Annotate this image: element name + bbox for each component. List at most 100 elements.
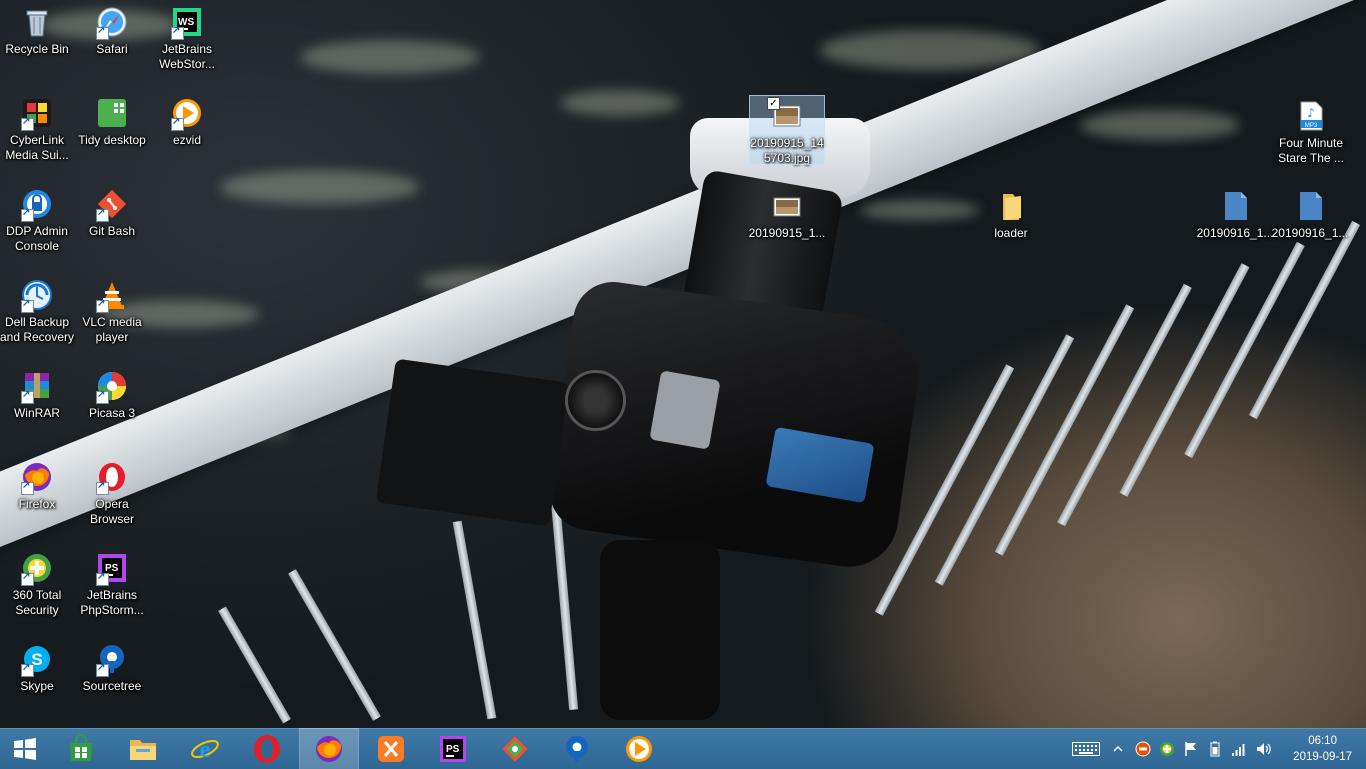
start-button[interactable] bbox=[0, 729, 50, 769]
desktop-icon-git-bash[interactable]: Git Bash bbox=[75, 184, 149, 239]
shortcut-arrow-icon bbox=[21, 662, 34, 677]
taskbar-xampp-button[interactable] bbox=[362, 729, 420, 769]
vlc-icon bbox=[96, 279, 128, 313]
document-icon bbox=[1219, 190, 1251, 222]
image-file-icon bbox=[771, 190, 803, 222]
taskbar-clock[interactable]: 06:10 2019-09-17 bbox=[1293, 733, 1352, 765]
taskbar-git-button[interactable] bbox=[486, 729, 544, 769]
taskbar-store-button[interactable] bbox=[52, 729, 110, 769]
shortcut-arrow-icon bbox=[171, 25, 184, 40]
taskbar: e PS 06:10 2019-09-17 bbox=[0, 728, 1366, 769]
winrar-icon bbox=[21, 370, 53, 404]
desktop-icon-image-2[interactable]: 20190915_1... bbox=[749, 186, 825, 241]
git-bash-icon bbox=[96, 188, 128, 222]
desktop-icon-vlc[interactable]: VLC media player bbox=[75, 275, 149, 345]
shortcut-arrow-icon bbox=[96, 571, 109, 586]
desktop-icon-phpstorm[interactable]: PS JetBrains PhpStorm... bbox=[75, 548, 149, 618]
desktop-icon-ezvid[interactable]: ezvid bbox=[150, 93, 224, 148]
sourcetree-icon bbox=[96, 643, 128, 677]
shortcut-arrow-icon bbox=[21, 480, 34, 495]
tray-stop-button[interactable] bbox=[1132, 739, 1154, 759]
document-icon bbox=[1294, 190, 1326, 222]
shortcut-arrow-icon bbox=[21, 389, 34, 404]
xampp-icon bbox=[376, 734, 406, 764]
ezvid-icon bbox=[624, 734, 654, 764]
dell-backup-icon bbox=[21, 279, 53, 313]
taskbar-ie-button[interactable]: e bbox=[176, 729, 234, 769]
clock-date: 2019-09-17 bbox=[1293, 751, 1352, 763]
desktop-icon-loader-folder[interactable]: loader bbox=[974, 186, 1048, 241]
opera-icon bbox=[96, 461, 128, 495]
taskbar-firefox-button[interactable] bbox=[299, 728, 359, 769]
windows-logo-icon bbox=[10, 734, 40, 764]
shortcut-arrow-icon bbox=[96, 480, 109, 495]
desktop-icon-skype[interactable]: S Skype bbox=[0, 639, 74, 694]
taskbar-opera-button[interactable] bbox=[238, 729, 296, 769]
cyberlink-icon bbox=[21, 97, 53, 131]
desktop-icon-doc-1[interactable]: 20190916_1... bbox=[1197, 186, 1273, 241]
tidy-desktop-icon bbox=[96, 97, 128, 129]
desktop-icon-doc-2[interactable]: 20190916_1... bbox=[1272, 186, 1348, 241]
taskbar-sourcetree-button[interactable] bbox=[548, 729, 606, 769]
shortcut-arrow-icon bbox=[96, 207, 109, 222]
tray-network-button[interactable] bbox=[1228, 739, 1250, 759]
safari-icon bbox=[96, 6, 128, 40]
desktop-icon-image-selected[interactable]: ✓ 20190915_145703.jpg bbox=[749, 95, 825, 165]
shortcut-arrow-icon bbox=[96, 662, 109, 677]
desktop-icon-360-security[interactable]: 360 Total Security bbox=[0, 548, 74, 618]
360-icon bbox=[1160, 742, 1174, 756]
shortcut-arrow-icon bbox=[171, 116, 184, 131]
tray-volume-button[interactable] bbox=[1252, 739, 1274, 759]
tray-360-button[interactable] bbox=[1156, 739, 1178, 759]
ie-icon: e bbox=[190, 734, 220, 764]
show-hidden-icons-button[interactable] bbox=[1110, 739, 1126, 759]
desktop-icon-opera[interactable]: Opera Browser bbox=[75, 457, 149, 527]
store-icon bbox=[66, 734, 96, 764]
svg-text:♪: ♪ bbox=[1307, 106, 1315, 120]
desktop-icon-dell-backup[interactable]: Dell Backup and Recovery bbox=[0, 275, 74, 345]
ezvid-icon bbox=[171, 97, 203, 131]
webstorm-icon: WS bbox=[171, 6, 203, 40]
desktop-icon-firefox[interactable]: Firefox bbox=[0, 457, 74, 512]
shortcut-arrow-icon bbox=[96, 298, 109, 313]
desktop-icon-webstorm[interactable]: WS JetBrains WebStor... bbox=[150, 2, 224, 72]
picasa-icon bbox=[96, 370, 128, 404]
360-security-icon bbox=[21, 552, 53, 586]
taskbar-file-explorer-button[interactable] bbox=[114, 729, 172, 769]
tray-battery-button[interactable] bbox=[1204, 739, 1226, 759]
desktop-icon-sourcetree[interactable]: Sourcetree bbox=[75, 639, 149, 694]
mp3-file-icon: ♪ MP3 bbox=[1295, 100, 1327, 132]
desktop-icon-cyberlink[interactable]: CyberLink Media Sui... bbox=[0, 93, 74, 163]
desktop-icon-ddp-admin[interactable]: DDP Admin Console bbox=[0, 184, 74, 254]
desktop-icon-picasa[interactable]: Picasa 3 bbox=[75, 366, 149, 421]
svg-text:e: e bbox=[200, 737, 211, 763]
desktop-icon-safari[interactable]: Safari bbox=[75, 2, 149, 57]
svg-text:MP3: MP3 bbox=[1305, 123, 1318, 129]
shortcut-arrow-icon bbox=[21, 116, 34, 131]
stop-icon bbox=[1135, 741, 1151, 757]
desktop-icon-mp3[interactable]: ♪ MP3 Four Minute Stare The ... bbox=[1274, 96, 1348, 166]
signal-icon bbox=[1232, 744, 1245, 756]
touch-keyboard-button[interactable] bbox=[1070, 739, 1102, 759]
firefox-icon bbox=[21, 461, 53, 495]
tray-action-center-button[interactable] bbox=[1180, 739, 1202, 759]
clock-time: 06:10 bbox=[1308, 735, 1337, 747]
desktop-icon-winrar[interactable]: WinRAR bbox=[0, 366, 74, 421]
phpstorm-icon: PS bbox=[438, 734, 468, 764]
skype-icon: S bbox=[21, 643, 53, 677]
keyboard-icon bbox=[1072, 742, 1100, 756]
checkbox-icon[interactable]: ✓ bbox=[767, 97, 780, 110]
shortcut-arrow-icon bbox=[21, 207, 34, 222]
shortcut-arrow-icon bbox=[96, 389, 109, 404]
desktop-icon-recycle-bin[interactable]: Recycle Bin bbox=[0, 2, 74, 57]
taskbar-ezvid-button[interactable] bbox=[610, 729, 668, 769]
shortcut-arrow-icon bbox=[21, 298, 34, 313]
shortcut-arrow-icon bbox=[21, 571, 34, 586]
desktop-icon-tidy-desktop[interactable]: Tidy desktop bbox=[75, 93, 149, 148]
taskbar-phpstorm-button[interactable]: PS bbox=[424, 729, 482, 769]
ddp-admin-icon bbox=[21, 188, 53, 222]
volume-icon bbox=[1257, 743, 1271, 755]
opera-icon bbox=[252, 734, 282, 764]
chevron-up-icon bbox=[1113, 745, 1123, 752]
firefox-icon bbox=[314, 734, 344, 764]
